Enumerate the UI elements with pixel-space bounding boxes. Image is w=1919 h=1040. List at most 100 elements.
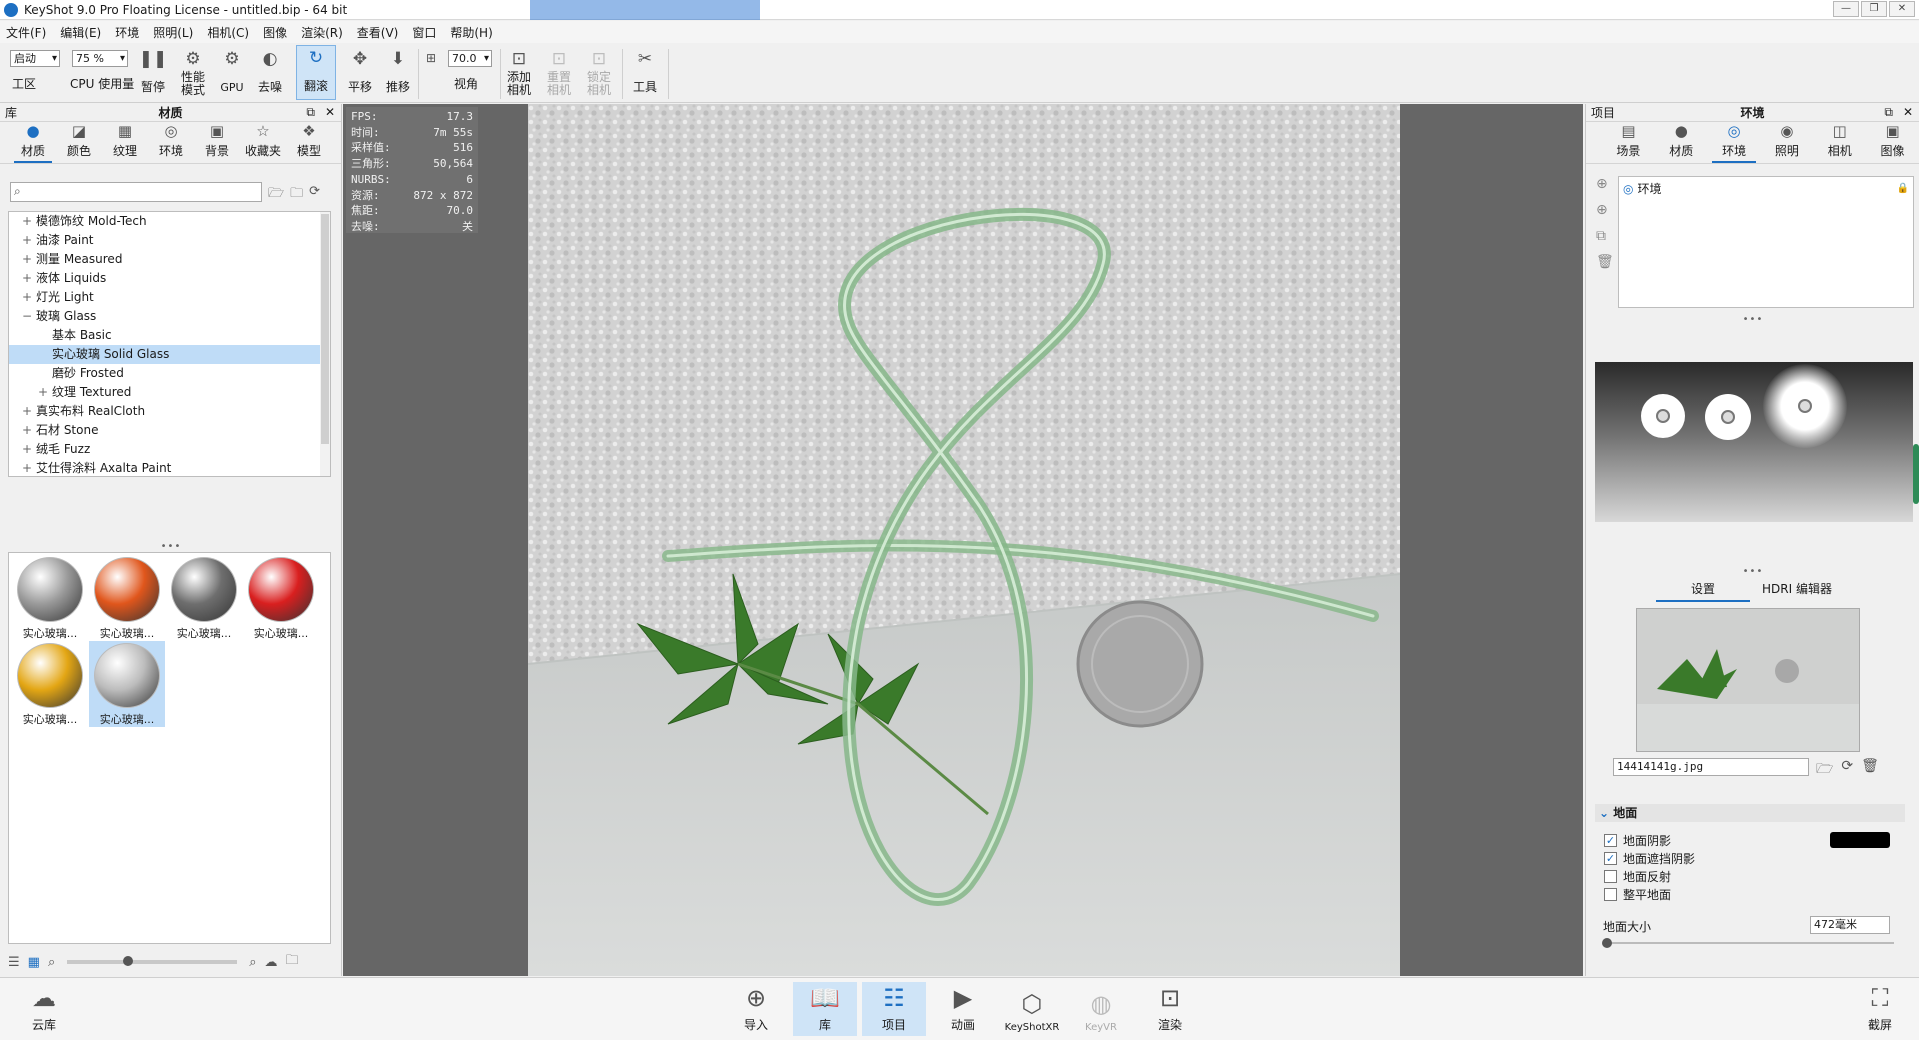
reset-camera-button[interactable]: ⊡ 重置相机 <box>544 47 574 97</box>
hdri-light-preview[interactable] <box>1595 362 1913 522</box>
tab-textures[interactable]: ▦ 纹理 <box>102 122 148 163</box>
new-folder-icon[interactable]: 🗀 <box>290 184 303 206</box>
tree-item[interactable]: + 模德饰纹 Mold-Tech <box>9 212 330 231</box>
pin-light[interactable] <box>1763 364 1847 448</box>
tree-item[interactable]: + 真实布料 RealCloth <box>9 402 330 421</box>
tree-item[interactable]: + 艾仕得涂料 Axalta Paint <box>9 459 330 476</box>
grid-view-icon[interactable]: ▦ <box>28 955 40 970</box>
workspace-select[interactable]: 启动 <box>10 50 60 67</box>
tab-camera[interactable]: ◫ 相机 <box>1813 122 1866 163</box>
tree-item[interactable]: + 液体 Liquids <box>9 269 330 288</box>
tree-item[interactable]: + 灯光 Light <box>9 288 330 307</box>
ground-size-slider[interactable] <box>1602 938 1894 948</box>
render-button[interactable]: ⊡ 渲染 <box>1138 982 1202 1036</box>
denoise-button[interactable]: ◐ 去噪 <box>254 47 286 94</box>
cloud-upload-icon[interactable]: ☁ <box>265 955 278 970</box>
expand-icon[interactable]: + <box>37 383 49 402</box>
close-button[interactable]: ✕ <box>1889 1 1915 17</box>
menu-help[interactable]: 帮助(H) <box>450 24 492 41</box>
screenshot-button[interactable]: ⛶ 截屏 <box>1848 982 1912 1036</box>
expand-icon[interactable]: + <box>21 231 33 250</box>
tree-item[interactable]: + 石材 Stone <box>9 421 330 440</box>
keyvr-button[interactable]: ◍ KeyVR <box>1069 982 1133 1036</box>
cloud-library-button[interactable]: ☁ 云库 <box>12 982 76 1036</box>
maximize-button[interactable]: ❐ <box>1861 1 1887 17</box>
menu-edit[interactable]: 编辑(E) <box>60 24 101 41</box>
tree-item[interactable]: 磨砂 Frosted <box>9 364 330 383</box>
tab-models[interactable]: ❖ 模型 <box>286 122 332 163</box>
menu-camera[interactable]: 相机(C) <box>207 24 249 41</box>
menu-file[interactable]: 文件(F) <box>6 24 46 41</box>
tab-lighting[interactable]: ◉ 照明 <box>1760 122 1813 163</box>
open-folder-icon[interactable]: 🗁 <box>1816 758 1833 782</box>
tree-item[interactable]: 实心玻璃 Solid Glass <box>9 345 330 364</box>
menu-render[interactable]: 渲染(R) <box>301 24 343 41</box>
tab-scene[interactable]: ▤ 场景 <box>1602 122 1655 163</box>
material-thumbnail[interactable]: 实心玻璃... <box>89 641 165 727</box>
minimize-button[interactable]: — <box>1833 1 1859 17</box>
pause-button[interactable]: ❚❚ 暂停 <box>139 47 168 94</box>
zoom-out-icon[interactable]: ⌕ <box>48 955 55 970</box>
material-thumbnail[interactable]: 实心玻璃... <box>166 555 242 641</box>
splitter-handle[interactable]: ••• <box>1586 566 1919 577</box>
dolly-button[interactable]: ⬇ 推移 <box>382 47 414 94</box>
add-environment-icon[interactable]: ⊕ <box>1596 176 1614 192</box>
tab-material[interactable]: ● 材质 <box>1655 122 1708 163</box>
animation-button[interactable]: ▶ 动画 <box>931 982 995 1036</box>
tree-item[interactable]: + 绒毛 Fuzz <box>9 440 330 459</box>
ground-size-input[interactable]: 472毫米 <box>1810 916 1890 934</box>
pin-light[interactable] <box>1705 394 1751 440</box>
add-camera-button[interactable]: ⊡ 添加相机 <box>504 47 534 97</box>
panel-scrollbar[interactable] <box>1913 444 1919 504</box>
checkbox[interactable] <box>1604 888 1617 901</box>
copy-environment-icon[interactable]: ⧉ <box>1596 228 1614 244</box>
menu-environment[interactable]: 环境 <box>115 24 139 41</box>
float-panel-icon[interactable]: ⧉ <box>306 105 315 120</box>
cpu-usage-select[interactable]: 75 % <box>72 50 128 67</box>
ground-shadow-checkbox[interactable]: ✓ 地面阴影 <box>1604 832 1671 849</box>
list-item[interactable]: ◎ 环境 🔒 <box>1619 177 1913 200</box>
library-search-input[interactable]: ⌕ <box>10 182 262 202</box>
checkbox[interactable]: ✓ <box>1604 834 1617 847</box>
list-view-icon[interactable]: ☰ <box>8 955 20 970</box>
expand-icon[interactable]: + <box>21 288 33 307</box>
tab-colors[interactable]: ◪ 颜色 <box>56 122 102 163</box>
folder-icon[interactable]: 🗀 <box>286 951 299 973</box>
tab-environments[interactable]: ◎ 环境 <box>148 122 194 163</box>
checkbox[interactable] <box>1604 870 1617 883</box>
expand-icon[interactable]: + <box>21 459 33 476</box>
tree-scrollbar[interactable] <box>320 212 330 476</box>
menu-window[interactable]: 窗口 <box>412 24 436 41</box>
flatten-ground-checkbox[interactable]: 整平地面 <box>1604 886 1671 903</box>
menu-lighting[interactable]: 照明(L) <box>153 24 193 41</box>
tab-backplates[interactable]: ▣ 背景 <box>194 122 240 163</box>
open-folder-icon[interactable]: 🗁 <box>268 184 284 206</box>
tumble-button[interactable]: ↻ 翻滚 <box>296 45 336 100</box>
expand-icon[interactable]: + <box>21 212 33 231</box>
performance-mode-button[interactable]: ⚙ 性能模式 <box>178 47 208 97</box>
gpu-button[interactable]: ⚙ GPU <box>218 47 246 94</box>
hdri-filename-field[interactable]: 14414141g.jpg <box>1613 758 1809 776</box>
fov-input[interactable]: 70.0 <box>448 50 492 67</box>
material-thumbnail[interactable]: 实心玻璃... <box>12 641 88 727</box>
thumbnail-size-slider[interactable] <box>67 956 238 966</box>
keyshotxr-button[interactable]: ⬡ KeyShotXR <box>1000 982 1064 1036</box>
splitter-handle[interactable]: ••• <box>1586 314 1919 325</box>
ground-occlusion-checkbox[interactable]: ✓ 地面遮挡阴影 <box>1604 850 1695 867</box>
tab-environment[interactable]: ◎ 环境 <box>1708 122 1761 163</box>
project-button[interactable]: ☷ 项目 <box>862 982 926 1036</box>
pin-light[interactable] <box>1641 394 1685 438</box>
render-image[interactable] <box>528 104 1400 976</box>
expand-icon[interactable]: + <box>21 269 33 288</box>
material-thumbnail[interactable]: 实心玻璃... <box>243 555 319 641</box>
material-thumbnail[interactable]: 实心玻璃... <box>89 555 165 641</box>
expand-icon[interactable]: + <box>21 421 33 440</box>
tree-item[interactable]: + 油漆 Paint <box>9 231 330 250</box>
pan-button[interactable]: ✥ 平移 <box>344 47 376 94</box>
checkbox[interactable]: ✓ <box>1604 852 1617 865</box>
delete-icon[interactable]: 🗑 <box>1596 254 1614 270</box>
tab-materials[interactable]: ● 材质 <box>10 122 56 163</box>
material-thumbnail[interactable]: 实心玻璃... <box>12 555 88 641</box>
tab-settings[interactable]: 设置 <box>1656 580 1750 602</box>
hdri-thumbnail[interactable] <box>1636 608 1860 752</box>
